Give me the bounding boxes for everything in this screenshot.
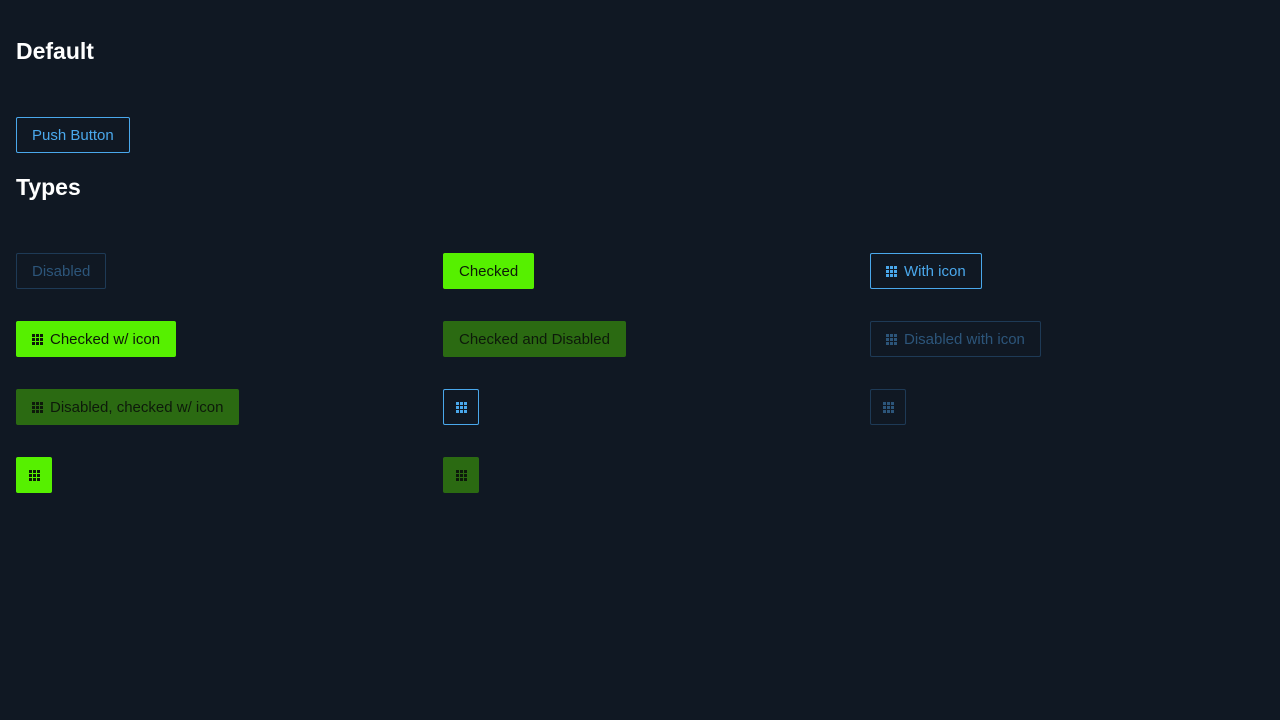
icon-only-disabled-button [870,389,906,425]
grid-icon [28,469,40,481]
grid-icon [455,469,467,481]
grid-icon [455,401,467,413]
grid-icon [886,333,897,345]
checked-button[interactable]: Checked [443,253,535,289]
checked-and-disabled-button-label: Checked and Disabled [459,330,610,348]
push-button-label: Push Button [32,126,114,144]
checked-with-icon-button[interactable]: Checked w/ icon [16,321,177,357]
checked-and-disabled-button: Checked and Disabled [443,321,626,357]
with-icon-button[interactable]: With icon [870,253,982,289]
push-button[interactable]: Push Button [16,117,130,153]
grid-icon [882,401,894,413]
section-title-types: Types [16,174,81,200]
icon-only-checked-button[interactable] [16,457,52,493]
icon-only-checked-disabled-button [443,457,479,493]
disabled-button-label: Disabled [32,262,91,280]
disabled-button: Disabled [16,253,107,289]
grid-icon [32,401,43,413]
page: Default Push Button Types Disabled Check… [0,0,1280,720]
disabled-with-icon-button-label: Disabled with icon [904,330,1025,348]
checked-with-icon-button-label: Checked w/ icon [50,330,161,348]
with-icon-button-label: With icon [904,262,966,280]
disabled-checked-with-icon-button-label: Disabled, checked w/ icon [50,398,224,416]
grid-icon [32,333,43,345]
grid-icon [886,265,897,277]
disabled-with-icon-button: Disabled with icon [870,321,1041,357]
disabled-checked-with-icon-button: Disabled, checked w/ icon [16,389,240,425]
section-title-default: Default [16,38,94,64]
checked-button-label: Checked [459,262,519,280]
icon-only-button[interactable] [443,389,479,425]
